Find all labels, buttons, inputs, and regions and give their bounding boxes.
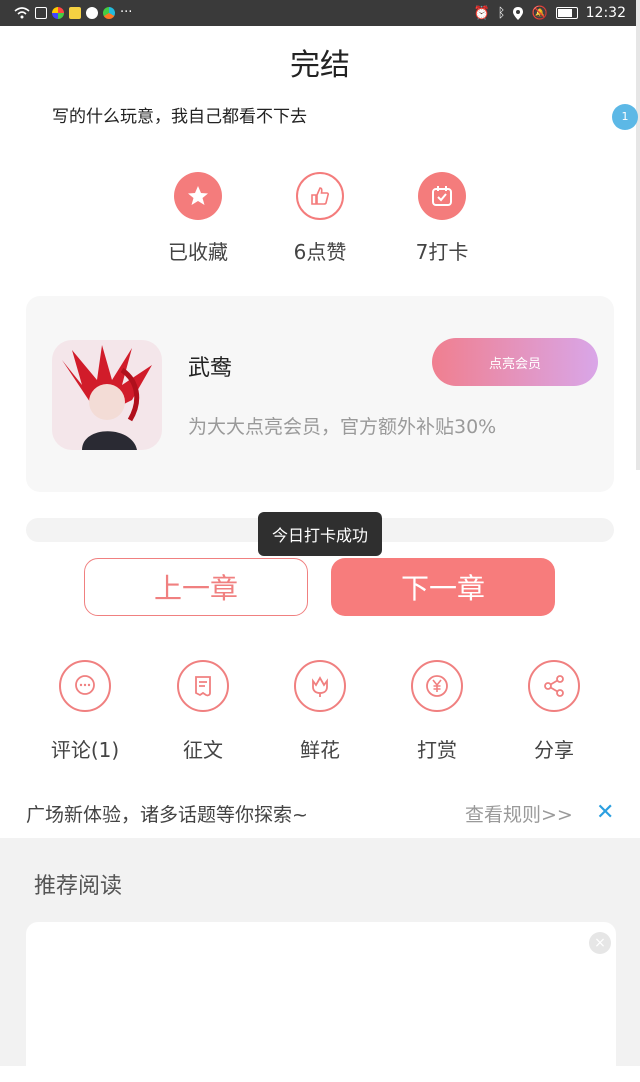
- essay-button[interactable]: 征文: [148, 660, 258, 763]
- share-icon: [528, 660, 580, 712]
- comment-bubble-icon: [59, 660, 111, 712]
- yen-coin-icon: [411, 660, 463, 712]
- comment-button[interactable]: 评论(1): [30, 660, 140, 763]
- wifi-icon: [14, 6, 30, 18]
- recommend-card[interactable]: [26, 922, 616, 1082]
- subsidy-text: 为大大点亮会员，官方额外补贴30%: [188, 416, 497, 438]
- collect-button[interactable]: 已收藏: [148, 172, 248, 265]
- essay-label: 征文: [183, 738, 223, 762]
- author-comment: 写的什么玩意，我自己都看不下去: [52, 107, 307, 127]
- flower-button[interactable]: 鲜花: [265, 660, 375, 763]
- app-icon: [103, 6, 115, 19]
- view-rules-link[interactable]: 查看规则>>: [465, 800, 573, 827]
- chat-icon: [86, 6, 98, 19]
- mute-bell-icon: 🔕: [531, 5, 548, 21]
- more-indicator: ···: [120, 5, 133, 20]
- status-right-icons: ⏰ ᛒ 🔕 12:32: [473, 5, 626, 21]
- checkin-button[interactable]: 7打卡: [392, 172, 492, 265]
- star-icon: [174, 172, 222, 220]
- close-icon[interactable]: ✕: [596, 800, 614, 825]
- author-avatar[interactable]: [52, 340, 162, 450]
- recommend-title: 推荐阅读: [34, 874, 123, 899]
- next-chapter-button[interactable]: 下一章: [331, 558, 555, 616]
- app-icon: [69, 6, 81, 19]
- flower-label: 鲜花: [300, 738, 340, 762]
- reward-label: 打赏: [417, 738, 457, 762]
- bluetooth-icon: ᛒ: [497, 5, 506, 21]
- notification-badge[interactable]: 1: [612, 104, 638, 130]
- share-button[interactable]: 分享: [499, 660, 609, 763]
- page-title: 完结: [290, 48, 350, 83]
- close-icon[interactable]: ×: [589, 932, 611, 954]
- previous-chapter-button[interactable]: 上一章: [84, 558, 308, 616]
- flower-icon: [294, 660, 346, 712]
- thumbs-up-icon: [296, 172, 344, 220]
- scroll-document-icon: [177, 660, 229, 712]
- like-label: 6点赞: [293, 240, 347, 264]
- status-time: 12:32: [585, 5, 626, 21]
- cloud-icon: [35, 6, 47, 19]
- activate-membership-button[interactable]: 点亮会员: [432, 338, 598, 386]
- alarm-icon: ⏰: [473, 5, 490, 21]
- author-card: 武鸯 点亮会员 为大大点亮会员，官方额外补贴30%: [26, 296, 614, 492]
- collect-label: 已收藏: [168, 240, 228, 264]
- checkin-label: 7打卡: [415, 240, 469, 264]
- reward-button[interactable]: 打赏: [382, 660, 492, 763]
- battery-icon: [555, 7, 578, 19]
- author-name: 武鸯: [188, 356, 233, 381]
- location-icon: [513, 6, 524, 20]
- status-left-icons: ···: [14, 5, 132, 20]
- checkin-toast: 今日打卡成功: [258, 512, 382, 556]
- status-bar: ··· ⏰ ᛒ 🔕 12:32: [0, 0, 640, 26]
- comment-label: 评论(1): [50, 738, 120, 762]
- like-button[interactable]: 6点赞: [270, 172, 370, 265]
- share-label: 分享: [534, 738, 574, 762]
- calendar-check-icon: [418, 172, 466, 220]
- app-icon: [52, 6, 64, 19]
